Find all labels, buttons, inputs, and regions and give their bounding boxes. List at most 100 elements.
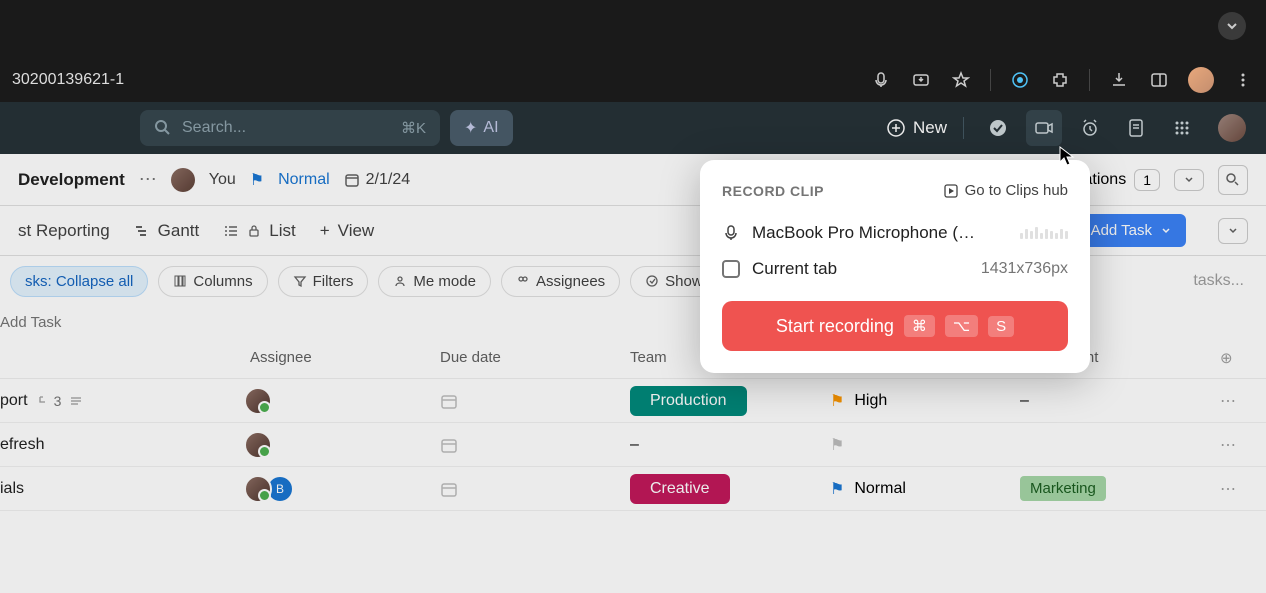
document-icon[interactable] bbox=[1118, 110, 1154, 146]
play-square-icon bbox=[943, 183, 959, 199]
checkmark-circle-icon[interactable] bbox=[980, 110, 1016, 146]
extension-pin-icon[interactable] bbox=[1009, 69, 1031, 91]
more-icon[interactable]: ⋯ bbox=[139, 169, 157, 190]
priority-cell[interactable]: ⚑High bbox=[830, 391, 1020, 411]
browser-chrome: 30200139621-1 bbox=[0, 0, 1266, 102]
record-clip-icon[interactable] bbox=[1026, 110, 1062, 146]
add-task-button[interactable]: Add Task bbox=[1077, 214, 1186, 247]
clips-hub-link[interactable]: Go to Clips hub bbox=[943, 182, 1068, 199]
subtask-count[interactable]: 3 bbox=[36, 393, 62, 409]
assignees-chip[interactable]: Assignees bbox=[501, 266, 620, 297]
calendar-icon bbox=[344, 172, 360, 188]
priority-cell[interactable]: ⚑ bbox=[830, 435, 1020, 455]
add-column-icon[interactable]: ⊕ bbox=[1220, 349, 1260, 367]
new-button[interactable]: New bbox=[887, 118, 947, 138]
add-view-button[interactable]: + View bbox=[320, 221, 374, 241]
due-date[interactable]: 2/1/24 bbox=[344, 171, 410, 189]
calendar-icon bbox=[440, 480, 458, 498]
popup-title: RECORD CLIP bbox=[722, 183, 824, 199]
download-icon[interactable] bbox=[1108, 69, 1130, 91]
start-recording-button[interactable]: Start recording ⌘ ⌥ S bbox=[722, 301, 1068, 351]
alarm-icon[interactable] bbox=[1072, 110, 1108, 146]
user-avatar[interactable] bbox=[1218, 114, 1246, 142]
flag-icon: ⚑ bbox=[830, 435, 844, 455]
kbd-shortcut: ⌥ bbox=[945, 315, 978, 337]
browser-menu-icon[interactable] bbox=[1232, 69, 1254, 91]
more-actions-button[interactable] bbox=[1218, 218, 1248, 244]
priority-cell[interactable]: ⚑Normal bbox=[830, 479, 1020, 499]
col-assignee[interactable]: Assignee bbox=[250, 349, 440, 366]
due-date-cell[interactable] bbox=[440, 392, 630, 410]
department-badge[interactable]: Marketing bbox=[1020, 476, 1106, 501]
tab-gantt[interactable]: Gantt bbox=[134, 221, 200, 241]
search-icon bbox=[154, 119, 172, 137]
team-cell[interactable]: – bbox=[630, 436, 830, 454]
filters-chip[interactable]: Filters bbox=[278, 266, 369, 297]
kbd-shortcut: ⌘ bbox=[904, 315, 935, 337]
ai-button[interactable]: ✦ AI bbox=[450, 110, 513, 146]
collapse-all-chip[interactable]: sks: Collapse all bbox=[10, 266, 148, 297]
task-search-input[interactable]: tasks... bbox=[1181, 266, 1256, 296]
task-name: port bbox=[0, 392, 28, 410]
me-mode-chip[interactable]: Me mode bbox=[378, 266, 491, 297]
row-more-icon[interactable]: ⋯ bbox=[1220, 391, 1260, 411]
search-button[interactable] bbox=[1218, 165, 1248, 195]
flag-icon[interactable]: ⚑ bbox=[250, 170, 264, 190]
owner-avatar[interactable] bbox=[171, 168, 195, 192]
checkbox-icon[interactable] bbox=[722, 260, 740, 278]
list-icon bbox=[223, 223, 239, 239]
mic-icon[interactable] bbox=[870, 69, 892, 91]
description-icon[interactable] bbox=[69, 394, 83, 408]
apps-grid-icon[interactable] bbox=[1164, 110, 1200, 146]
microphone-select[interactable]: MacBook Pro Microphone (… bbox=[722, 215, 1068, 251]
install-icon[interactable] bbox=[910, 69, 932, 91]
tab-dropdown-icon[interactable] bbox=[1218, 12, 1246, 40]
app-top-bar: Search... ⌘K ✦ AI New bbox=[0, 102, 1266, 154]
person-icon bbox=[393, 274, 407, 288]
sidepanel-icon[interactable] bbox=[1148, 69, 1170, 91]
people-icon bbox=[516, 274, 530, 288]
due-date-cell[interactable] bbox=[440, 480, 630, 498]
table-row[interactable]: efresh – ⚑ ⋯ bbox=[0, 423, 1266, 467]
tab-list[interactable]: List bbox=[223, 221, 295, 241]
sparkle-icon: ✦ bbox=[464, 118, 477, 138]
automations-button[interactable]: ations 1 bbox=[1084, 169, 1161, 191]
assignee-avatar[interactable] bbox=[244, 475, 272, 503]
project-title: Development bbox=[18, 170, 125, 190]
url-fragment[interactable]: 30200139621-1 bbox=[12, 71, 870, 89]
chevron-down-icon bbox=[1160, 225, 1172, 237]
microphone-icon bbox=[722, 224, 740, 242]
kbd-shortcut: S bbox=[988, 316, 1014, 337]
browser-profile-avatar[interactable] bbox=[1188, 67, 1214, 93]
star-icon[interactable] bbox=[950, 69, 972, 91]
col-due-date[interactable]: Due date bbox=[440, 349, 630, 366]
search-input[interactable]: Search... ⌘K bbox=[140, 110, 440, 146]
assignee-avatar[interactable] bbox=[244, 387, 272, 415]
filter-icon bbox=[293, 274, 307, 288]
current-tab-option[interactable]: Current tab 1431x736px bbox=[722, 251, 1068, 287]
row-more-icon[interactable]: ⋯ bbox=[1220, 479, 1260, 499]
row-more-icon[interactable]: ⋯ bbox=[1220, 435, 1260, 455]
flag-icon: ⚑ bbox=[830, 479, 844, 499]
team-badge[interactable]: Production bbox=[630, 386, 747, 416]
chevron-down-icon[interactable] bbox=[1174, 169, 1204, 191]
columns-chip[interactable]: Columns bbox=[158, 266, 267, 297]
table-row[interactable]: ials B Creative ⚑Normal Marketing ⋯ bbox=[0, 467, 1266, 511]
plus-icon: + bbox=[320, 221, 330, 241]
task-name: efresh bbox=[0, 436, 44, 454]
mouse-cursor-icon bbox=[1058, 145, 1076, 167]
table-row[interactable]: port 3 Production ⚑High – ⋯ bbox=[0, 379, 1266, 423]
flag-icon: ⚑ bbox=[830, 391, 844, 411]
tab-reporting[interactable]: st Reporting bbox=[18, 221, 110, 241]
subtask-icon bbox=[36, 394, 50, 408]
calendar-icon bbox=[440, 392, 458, 410]
assignee-avatar[interactable] bbox=[244, 431, 272, 459]
extensions-icon[interactable] bbox=[1049, 69, 1071, 91]
due-date-cell[interactable] bbox=[440, 436, 630, 454]
department-cell[interactable]: – bbox=[1020, 392, 1220, 410]
plus-circle-icon bbox=[887, 119, 905, 137]
team-badge[interactable]: Creative bbox=[630, 474, 730, 504]
audio-level-icon bbox=[1020, 227, 1068, 239]
record-clip-popup: RECORD CLIP Go to Clips hub MacBook Pro … bbox=[700, 160, 1090, 373]
priority-label[interactable]: Normal bbox=[278, 171, 330, 189]
